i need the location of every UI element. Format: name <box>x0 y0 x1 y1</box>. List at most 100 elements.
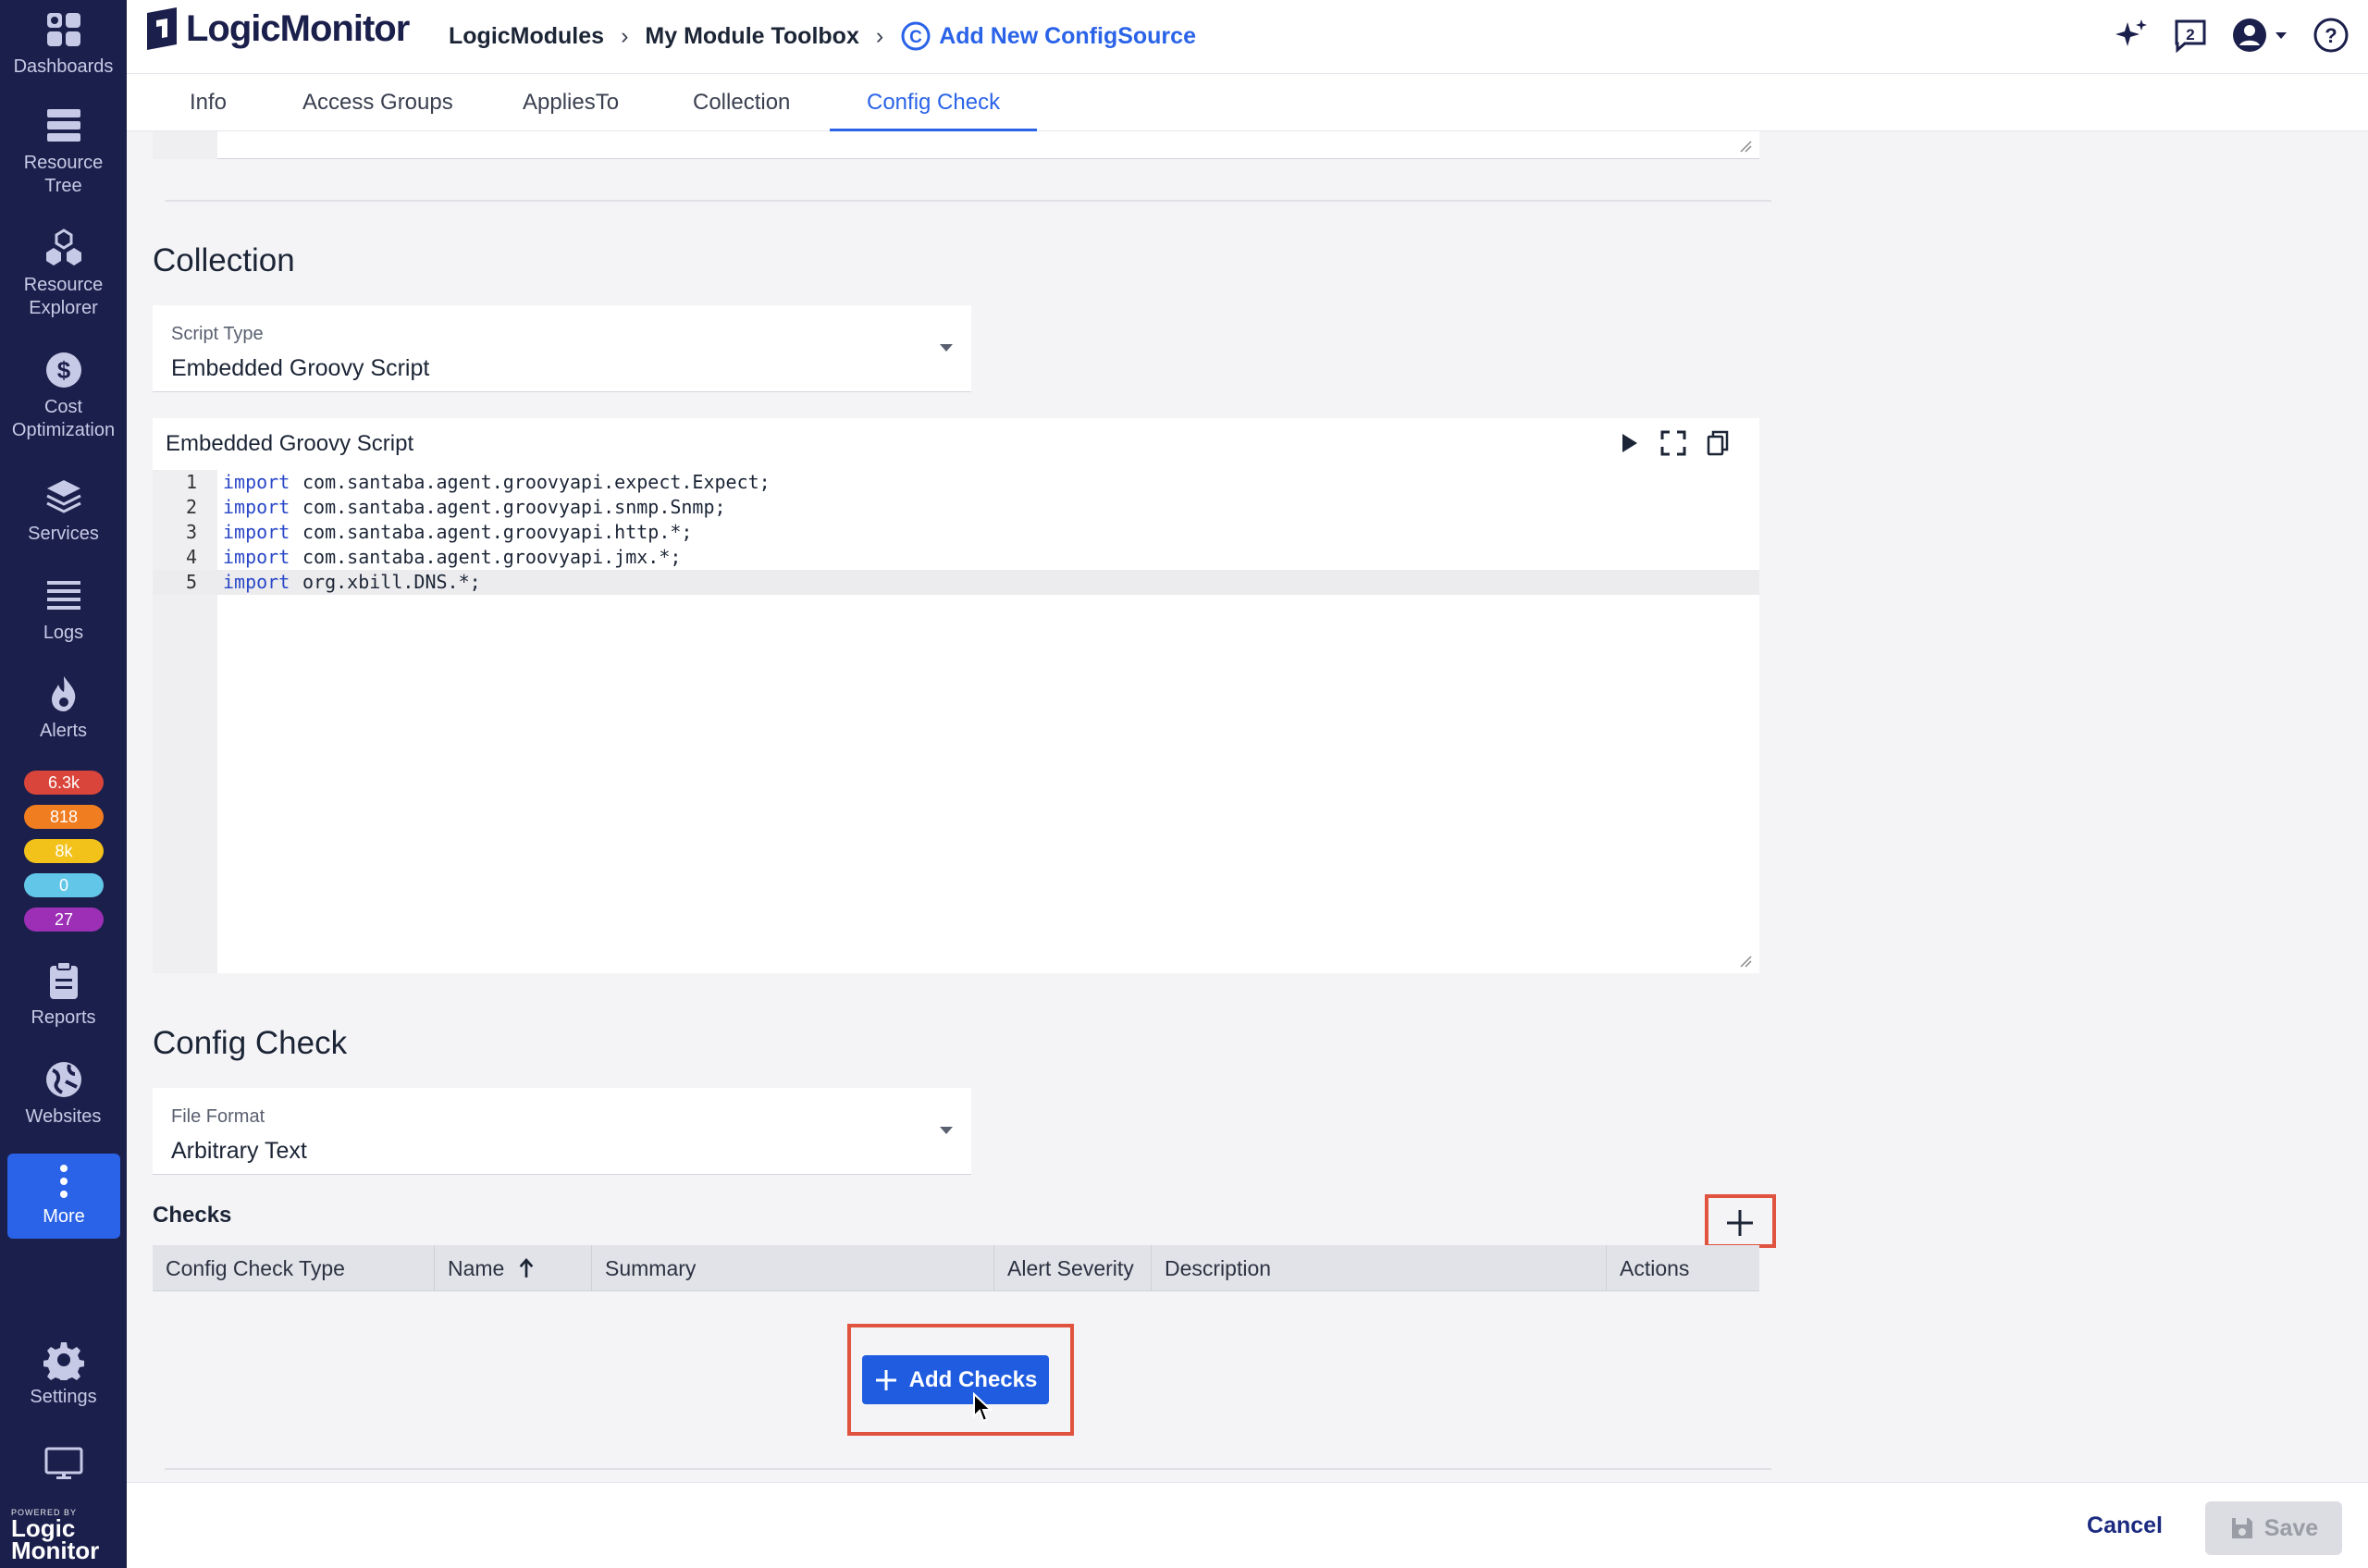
editor-title: Embedded Groovy Script <box>166 431 414 456</box>
tab-collection[interactable]: Collection <box>656 74 827 131</box>
checks-table-header: Config Check Type Name Summary Alert Sev… <box>153 1245 1759 1291</box>
sort-ascending-icon <box>519 1257 534 1278</box>
svg-text:C: C <box>909 28 922 47</box>
sidebar-item-label: Websites <box>25 1106 102 1127</box>
dropdown-caret-icon <box>940 344 953 352</box>
script-type-select[interactable]: Script Type Embedded Groovy Script <box>153 305 971 392</box>
sidebar-item-label: Resource Explorer <box>23 275 104 318</box>
monitor-icon <box>44 1447 82 1479</box>
svg-text:2: 2 <box>2186 26 2194 43</box>
code-line: 1 import com.santaba.agent.groovyapi.exp… <box>185 471 771 493</box>
alert-badge-error[interactable]: 818 <box>24 805 104 829</box>
cancel-button[interactable]: Cancel <box>2087 1512 2163 1539</box>
gear-icon <box>43 1342 84 1380</box>
resize-handle-icon[interactable] <box>1739 955 1752 968</box>
chevron-down-icon <box>2276 32 2287 39</box>
sidebar-item-reports[interactable]: Reports <box>0 960 127 1030</box>
alert-badge-critical[interactable]: 6.3k <box>24 771 104 795</box>
clipboard-icon <box>49 961 78 999</box>
logo-icon <box>147 7 177 50</box>
column-description[interactable]: Description <box>1152 1245 1607 1291</box>
column-actions: Actions <box>1620 1256 1690 1280</box>
save-button[interactable]: Save <box>2205 1501 2342 1555</box>
tab-bar: Info Access Groups AppliesTo Collection … <box>127 74 2368 131</box>
powered-by-logo: POWERED BY Logic Monitor <box>11 1508 100 1564</box>
sidebar-item-label: Logs <box>43 623 84 643</box>
section-divider <box>165 1468 1771 1470</box>
embedded-groovy-script-editor[interactable]: Embedded Groovy Script 1 import com.sant… <box>153 418 1759 973</box>
sidebar-item-dashboards[interactable]: Dashboards <box>0 9 127 79</box>
logicmonitor-logo[interactable]: LogicMonitor <box>142 6 410 52</box>
sidebar-item-resource-tree[interactable]: Resource Tree <box>0 105 127 198</box>
sidebar-item-alerts[interactable]: Alerts <box>0 673 127 743</box>
sidebar-item-resource-explorer[interactable]: Resource Explorer <box>0 228 127 320</box>
alert-badge-info[interactable]: 0 <box>24 873 104 897</box>
breadcrumb-logicmodules[interactable]: LogicModules <box>449 23 604 50</box>
top-header: LogicMonitor LogicModules › My Module To… <box>127 0 2368 74</box>
resource-explorer-icon <box>45 228 81 265</box>
resize-handle-icon[interactable] <box>1739 140 1752 153</box>
ai-sparkle-icon[interactable] <box>2113 17 2150 54</box>
sidebar-item-logs[interactable]: Logs <box>0 575 127 645</box>
column-summary[interactable]: Summary <box>592 1245 994 1291</box>
sidebar-item-settings[interactable]: Settings <box>0 1340 127 1409</box>
breadcrumb-my-module-toolbox[interactable]: My Module Toolbox <box>645 23 858 50</box>
copy-icon[interactable] <box>1704 429 1732 457</box>
run-play-icon[interactable] <box>1615 429 1643 457</box>
configsource-icon: C <box>901 21 931 51</box>
help-icon[interactable]: ? <box>2312 17 2350 54</box>
add-plus-icon[interactable] <box>1724 1207 1756 1239</box>
dashboards-icon <box>46 13 80 46</box>
alert-badge-other[interactable]: 27 <box>24 907 104 932</box>
breadcrumb-current: C Add New ConfigSource <box>900 20 1196 52</box>
tab-appliesto[interactable]: AppliesTo <box>486 74 656 131</box>
cost-icon: $ <box>45 352 81 388</box>
more-vertical-icon <box>60 1165 68 1198</box>
svg-text:?: ? <box>2325 24 2337 47</box>
code-line: 4 import com.santaba.agent.groovyapi.jmx… <box>185 546 682 568</box>
tab-access-groups[interactable]: Access Groups <box>265 74 490 131</box>
notifications-icon[interactable]: 2 <box>2172 17 2209 54</box>
sidebar-item-label: Cost Optimization <box>11 397 116 440</box>
user-avatar-icon <box>2233 19 2266 52</box>
alert-badge-warning[interactable]: 8k <box>24 839 104 863</box>
editor-toolbar <box>1615 429 1732 457</box>
previous-textarea[interactable] <box>153 131 1759 159</box>
flame-icon <box>51 676 75 711</box>
mouse-cursor-icon <box>973 1392 993 1423</box>
sidebar-item-services[interactable]: Services <box>0 476 127 546</box>
file-format-label: File Format <box>171 1106 265 1127</box>
column-name[interactable]: Name <box>435 1245 592 1291</box>
sidebar-item-label: More <box>43 1206 85 1227</box>
code-line-active: 5 import org.xbill.DNS.*; <box>153 570 1759 595</box>
section-divider <box>165 200 1771 202</box>
add-checks-button[interactable]: Add Checks <box>862 1355 1049 1404</box>
script-type-value: Embedded Groovy Script <box>171 355 430 381</box>
tab-config-check[interactable]: Config Check <box>830 74 1038 131</box>
checks-label: Checks <box>153 1203 232 1228</box>
chevron-right-icon: › <box>875 22 884 49</box>
header-actions: 2 ? <box>2113 17 2350 54</box>
collection-section-title: Collection <box>153 242 295 278</box>
sidebar-item-label: Settings <box>30 1387 97 1407</box>
layers-icon <box>45 480 81 513</box>
fullscreen-icon[interactable] <box>1659 429 1687 457</box>
config-check-section-title: Config Check <box>153 1025 348 1061</box>
file-format-select[interactable]: File Format Arbitrary Text <box>153 1088 971 1175</box>
column-config-check-type[interactable]: Config Check Type <box>153 1245 435 1291</box>
sidebar-item-label: Services <box>28 524 99 544</box>
tab-info[interactable]: Info <box>153 74 264 131</box>
breadcrumb: LogicModules › My Module Toolbox › C Add… <box>449 20 1196 52</box>
sidebar-item-cost-optimization[interactable]: $ Cost Optimization <box>0 350 127 442</box>
sidebar: Dashboards Resource Tree Resource Explor… <box>0 0 127 1568</box>
sidebar-item-more[interactable]: More <box>7 1154 120 1239</box>
dropdown-caret-icon <box>940 1127 953 1134</box>
sidebar-item-label: Dashboards <box>13 56 114 77</box>
sidebar-item-display[interactable] <box>0 1443 127 1489</box>
column-alert-severity[interactable]: Alert Severity <box>994 1245 1152 1291</box>
sidebar-item-websites[interactable]: Websites <box>0 1059 127 1129</box>
user-menu[interactable] <box>2231 17 2290 54</box>
code-line: 3 import com.santaba.agent.groovyapi.htt… <box>185 521 693 543</box>
sidebar-item-label: Reports <box>31 1007 96 1028</box>
resource-tree-icon <box>46 109 80 142</box>
